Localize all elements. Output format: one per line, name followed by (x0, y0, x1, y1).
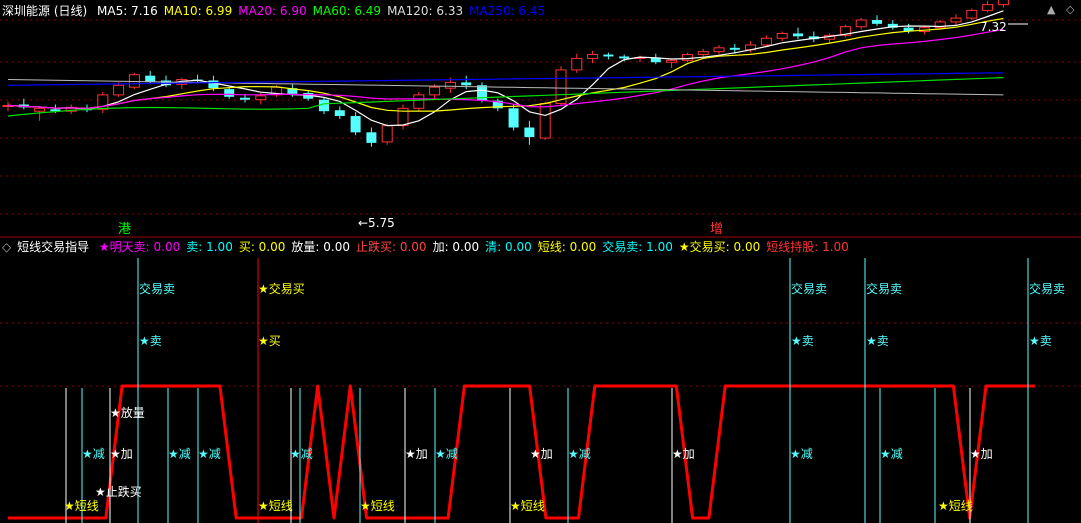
add-label: ★加 (405, 447, 428, 461)
short-term-label: ★短线 (64, 499, 99, 513)
sell-label: ★卖 (139, 334, 162, 348)
candle-body (113, 84, 125, 96)
candle-body (350, 116, 361, 133)
short-term-label: ★短线 (360, 499, 395, 513)
reduce-label: ★减 (290, 447, 313, 461)
candle-body (603, 54, 614, 57)
candle-body (508, 108, 519, 128)
candle-body (729, 47, 740, 50)
stock-chart[interactable]: 7.32 ←5.75 港 增交易卖 ★卖 交易卖 ★卖 交易卖 ★卖 交易卖 ★卖 ★交易买 ★买 ★放量… (0, 0, 1081, 523)
candle-body (366, 132, 377, 143)
candle-body (713, 47, 725, 53)
add-label: ★加 (672, 447, 695, 461)
add-label: ★加 (110, 447, 133, 461)
candle-body (224, 89, 235, 97)
candle-body (255, 95, 267, 101)
candle-body (966, 9, 978, 19)
candle-body (997, 0, 1009, 6)
candle-body (760, 37, 772, 46)
sell-label: ★卖 (866, 334, 889, 348)
sell-label: ★卖 (791, 334, 814, 348)
candle-body (681, 54, 693, 61)
short-term-label: ★短线 (258, 499, 293, 513)
trade-sell-label: 交易卖 (866, 281, 902, 296)
trade-sell-label: 交易卖 (1029, 281, 1065, 296)
candle-body (950, 17, 962, 23)
candle-body (587, 54, 599, 59)
reduce-label: ★减 (435, 447, 458, 461)
volume-label: ★放量 (110, 405, 145, 420)
candle-body (793, 33, 803, 37)
high-price-label: 7.32 (980, 20, 1007, 34)
candle-body (982, 4, 994, 11)
trade-sell-label: 交易卖 (791, 281, 827, 296)
add-label: ★加 (530, 447, 553, 461)
reduce-label: ★减 (198, 447, 221, 461)
candle-body (429, 86, 441, 96)
reduce-label: ★减 (82, 447, 105, 461)
candle-body (697, 51, 709, 56)
candle-body (776, 32, 788, 39)
candle-body (855, 19, 867, 28)
short-term-label: ★短线 (510, 499, 545, 513)
candle-body (524, 127, 535, 138)
candle-body (319, 99, 329, 112)
candle-body (539, 103, 551, 139)
candle-body (208, 80, 219, 89)
candle-body (34, 107, 46, 112)
event-marker: 增 (710, 222, 723, 237)
candle-body (145, 75, 156, 82)
candle-body (461, 82, 472, 86)
candle-body (334, 110, 345, 116)
stop-fall-buy-label: ★止跌买 (95, 484, 142, 499)
candle-body (381, 125, 393, 143)
candle-body (666, 59, 678, 63)
short-term-label: ★短线 (938, 499, 973, 513)
reduce-label: ★减 (168, 447, 191, 461)
event-marker: 港 (118, 222, 131, 237)
add-label: ★加 (970, 447, 993, 461)
trade-buy-label: ★交易买 (258, 281, 305, 296)
reduce-label: ★减 (568, 447, 591, 461)
sell-label: ★卖 (1029, 334, 1052, 348)
low-price-label: ←5.75 (358, 216, 395, 230)
buy-label: ★买 (258, 334, 281, 348)
candle-body (619, 56, 630, 59)
candle-body (444, 81, 456, 89)
reduce-label: ★减 (790, 447, 813, 461)
candle-body (413, 94, 425, 109)
candle-body (571, 57, 583, 71)
trade-sell-label: 交易卖 (139, 281, 175, 296)
ma5-line (7, 10, 1004, 127)
candle-body (240, 97, 250, 100)
reduce-label: ★减 (880, 447, 903, 461)
candle-body (872, 20, 882, 24)
